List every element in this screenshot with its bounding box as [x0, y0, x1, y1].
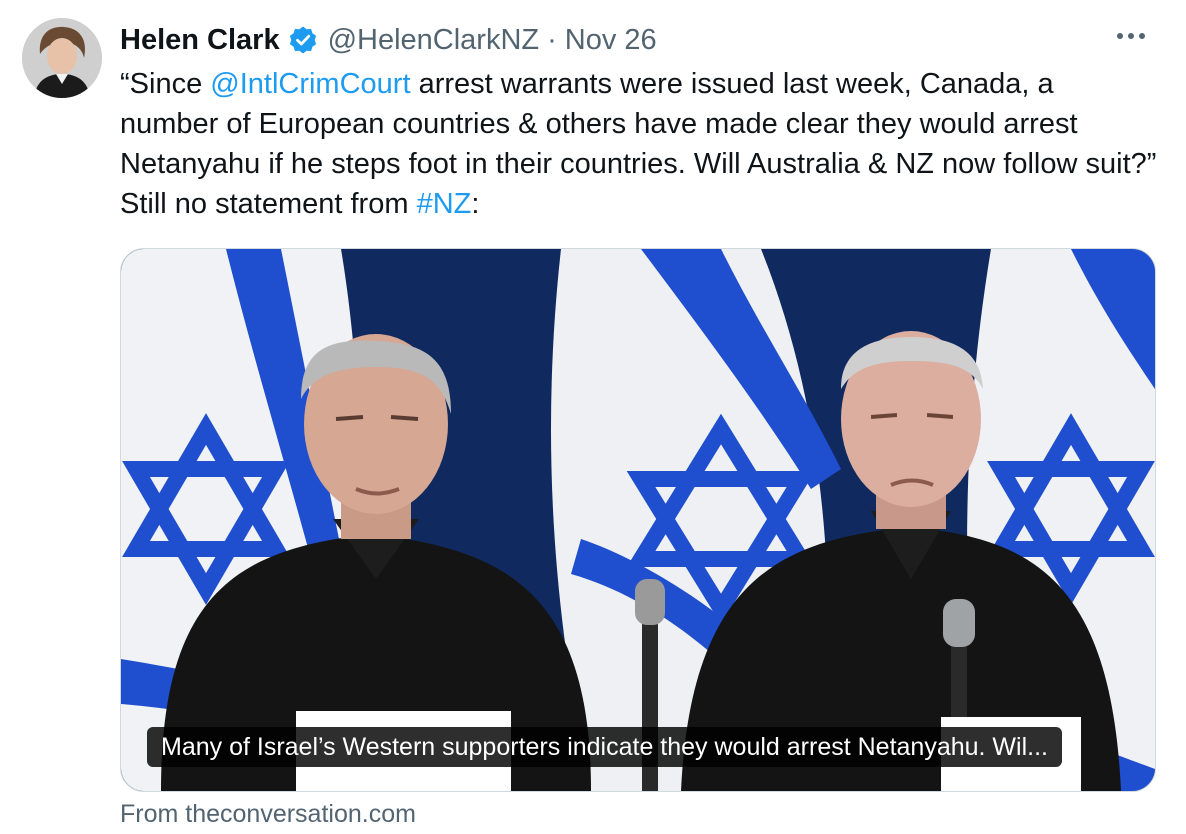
separator-dot: · [547, 23, 557, 56]
avatar[interactable] [22, 18, 102, 98]
tweet-text: “Since @IntlCrimCourt arrest warrants we… [120, 64, 1160, 224]
tweet-text-part: : [471, 188, 480, 220]
avatar-photo [22, 18, 102, 98]
mention-link[interactable]: @IntlCrimCourt [210, 68, 410, 100]
link-source[interactable]: From theconversation.com [120, 800, 416, 829]
hashtag-link[interactable]: #NZ [417, 188, 472, 220]
verified-badge-icon [288, 25, 318, 55]
tweet-date[interactable]: Nov 26 [565, 24, 657, 57]
tweet-text-part: “Since [120, 68, 211, 100]
more-dots-icon[interactable] [1114, 26, 1148, 46]
tweet-header: Helen Clark @HelenClarkNZ · Nov 26 [120, 20, 657, 60]
media-card[interactable]: Many of Israel’s Western supporters indi… [120, 248, 1156, 792]
user-handle[interactable]: @HelenClarkNZ [328, 24, 540, 57]
media-caption: Many of Israel’s Western supporters indi… [147, 727, 1062, 767]
display-name[interactable]: Helen Clark [120, 24, 280, 57]
media-photo [121, 249, 1155, 791]
